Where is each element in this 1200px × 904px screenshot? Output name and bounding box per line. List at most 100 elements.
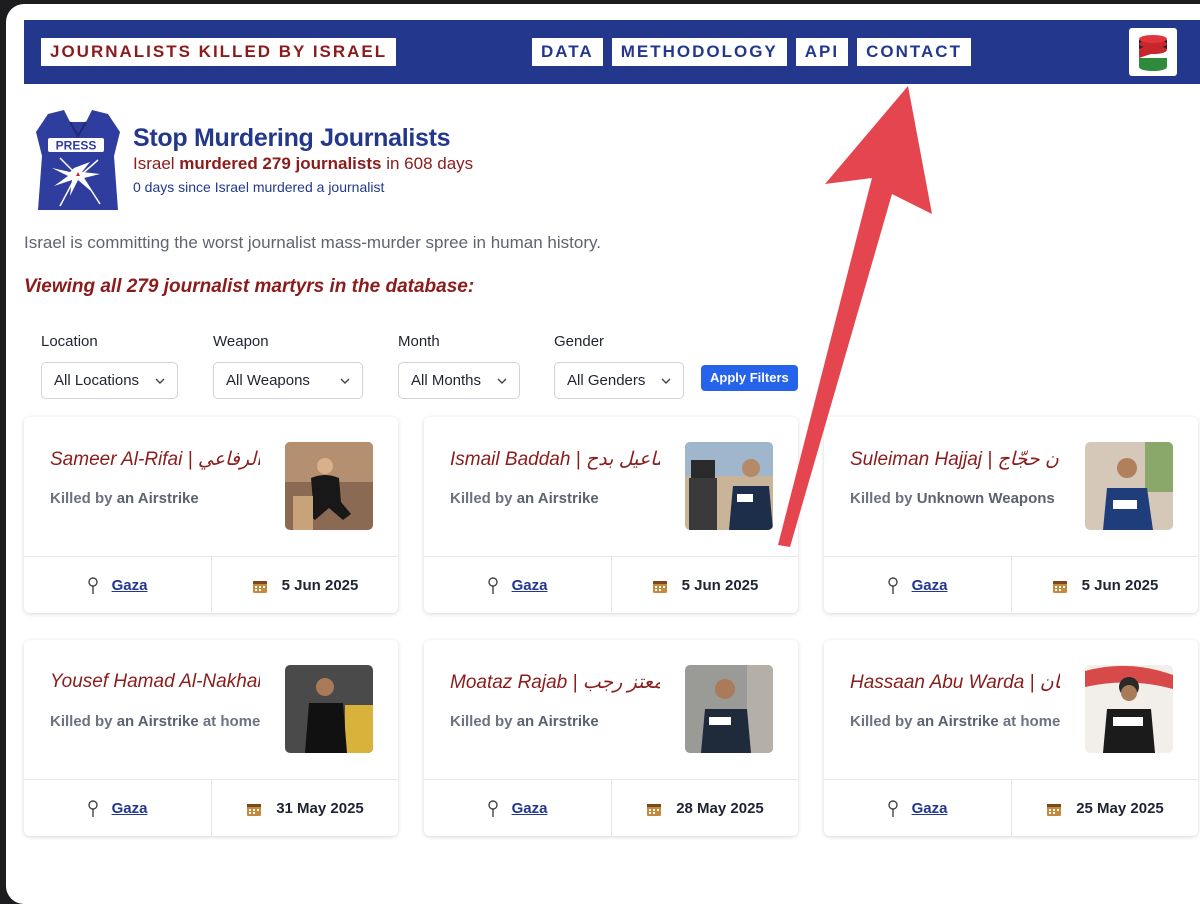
- map-pin-icon: [887, 576, 898, 594]
- journalist-photo: [285, 665, 373, 753]
- card-footer: Gaza 5 Jun 2025: [824, 556, 1198, 613]
- journalist-photo: [285, 442, 373, 530]
- weapon-filter: Weapon All Weapons: [213, 333, 363, 399]
- journalist-name[interactable]: Hassaan Abu Warda | حسان: [850, 671, 1060, 694]
- tagline: Israel is committing the worst journalis…: [24, 233, 601, 252]
- journalist-card[interactable]: Suleiman Hajjaj | سليمان حجّاج Killed by…: [824, 417, 1198, 613]
- calendar-icon: [652, 580, 667, 593]
- location-link[interactable]: Gaza: [912, 577, 948, 594]
- days-since-text: 0 days since Israel murdered a journalis…: [133, 179, 385, 195]
- nav-data[interactable]: DATA: [532, 38, 603, 66]
- viewing-heading: Viewing all 279 journalist martyrs in th…: [24, 276, 475, 297]
- apply-filters-button[interactable]: Apply Filters: [701, 365, 798, 391]
- journalist-name[interactable]: Sameer Al-Rifai | سمير الرفاعي: [50, 448, 260, 471]
- hero-count: Israel murdered 279 journalists in 608 d…: [133, 154, 474, 173]
- date-text: 31 May 2025: [276, 800, 364, 817]
- killed-by-text: Killed by an Airstrike: [50, 490, 199, 507]
- calendar-icon: [1047, 803, 1062, 816]
- weapon-select[interactable]: All Weapons: [213, 362, 363, 399]
- date-text: 25 May 2025: [1076, 800, 1164, 817]
- map-pin-icon: [87, 576, 98, 594]
- calendar-icon: [1052, 580, 1067, 593]
- hero-title: Stop Murdering Journalists: [133, 124, 451, 152]
- journalist-name[interactable]: Suleiman Hajjaj | سليمان حجّاج: [850, 448, 1060, 471]
- card-footer: Gaza 28 May 2025: [424, 779, 798, 836]
- page-content: JOURNALISTS KILLED BY ISRAEL DATA METHOD…: [24, 20, 1200, 904]
- journalist-photo: [685, 665, 773, 753]
- nav-contact[interactable]: CONTACT: [857, 38, 971, 66]
- location-cell: Gaza: [24, 557, 212, 613]
- journalist-card[interactable]: Yousef Hamad Al-Nakhala Killed by an Air…: [24, 640, 398, 836]
- gender-label: Gender: [554, 333, 605, 350]
- location-cell: Gaza: [24, 780, 212, 836]
- location-label: Location: [41, 333, 98, 350]
- date-text: 5 Jun 2025: [681, 577, 759, 594]
- journalist-name[interactable]: Ismail Baddah | إسماعيل بدح: [450, 448, 660, 471]
- gender-select[interactable]: All Genders: [554, 362, 684, 399]
- journalist-card[interactable]: Moataz Rajab | معتز رجب Killed by an Air…: [424, 640, 798, 836]
- killed-by-text: Killed by Unknown Weapons: [850, 490, 1055, 507]
- journalist-card[interactable]: Hassaan Abu Warda | حسان Killed by an Ai…: [824, 640, 1198, 836]
- month-filter: Month All Months: [398, 333, 520, 399]
- date-text: 28 May 2025: [676, 800, 764, 817]
- location-cell: Gaza: [424, 780, 612, 836]
- location-link[interactable]: Gaza: [112, 577, 148, 594]
- date-cell: 5 Jun 2025: [1012, 557, 1198, 613]
- weapon-label: Weapon: [213, 333, 269, 350]
- nav-menu: DATA METHODOLOGY API CONTACT: [532, 38, 971, 66]
- card-footer: Gaza 5 Jun 2025: [24, 556, 398, 613]
- chevron-down-icon: [155, 378, 165, 384]
- journalist-name[interactable]: Yousef Hamad Al-Nakhala: [50, 671, 260, 693]
- date-cell: 5 Jun 2025: [612, 557, 798, 613]
- site-logo-icon[interactable]: [1129, 28, 1177, 76]
- card-footer: Gaza 25 May 2025: [824, 779, 1198, 836]
- killed-by-text: Killed by an Airstrike at home: [850, 713, 1060, 730]
- location-link[interactable]: Gaza: [512, 800, 548, 817]
- chevron-down-icon: [497, 378, 507, 384]
- top-navbar: JOURNALISTS KILLED BY ISRAEL DATA METHOD…: [24, 20, 1200, 84]
- location-link[interactable]: Gaza: [112, 800, 148, 817]
- map-pin-icon: [487, 576, 498, 594]
- map-pin-icon: [887, 799, 898, 817]
- press-label: PRESS: [56, 139, 97, 153]
- browser-window: JOURNALISTS KILLED BY ISRAEL DATA METHOD…: [6, 4, 1200, 904]
- journalist-name[interactable]: Moataz Rajab | معتز رجب: [450, 671, 660, 694]
- location-link[interactable]: Gaza: [912, 800, 948, 817]
- site-brand-link[interactable]: JOURNALISTS KILLED BY ISRAEL: [41, 38, 397, 66]
- journalist-photo: [1085, 665, 1173, 753]
- card-footer: Gaza 31 May 2025: [24, 779, 398, 836]
- press-vest-icon: PRESS: [30, 106, 126, 216]
- month-label: Month: [398, 333, 440, 350]
- killed-by-text: Killed by an Airstrike: [450, 713, 599, 730]
- journalist-card[interactable]: Sameer Al-Rifai | سمير الرفاعي Killed by…: [24, 417, 398, 613]
- nav-api[interactable]: API: [795, 38, 849, 66]
- date-text: 5 Jun 2025: [1081, 577, 1159, 594]
- journalist-photo: [685, 442, 773, 530]
- chevron-down-icon: [661, 378, 671, 384]
- card-footer: Gaza 5 Jun 2025: [424, 556, 798, 613]
- chevron-down-icon: [340, 378, 350, 384]
- location-filter: Location All Locations: [41, 333, 178, 399]
- location-cell: Gaza: [824, 780, 1012, 836]
- date-cell: 5 Jun 2025: [212, 557, 398, 613]
- journalist-card[interactable]: Ismail Baddah | إسماعيل بدح Killed by an…: [424, 417, 798, 613]
- location-select[interactable]: All Locations: [41, 362, 178, 399]
- date-cell: 31 May 2025: [212, 780, 398, 836]
- killed-by-text: Killed by an Airstrike at home: [50, 713, 260, 730]
- nav-methodology[interactable]: METHODOLOGY: [611, 38, 787, 66]
- month-select[interactable]: All Months: [398, 362, 520, 399]
- journalist-photo: [1085, 442, 1173, 530]
- map-pin-icon: [487, 799, 498, 817]
- calendar-icon: [647, 803, 662, 816]
- location-cell: Gaza: [424, 557, 612, 613]
- date-cell: 28 May 2025: [612, 780, 798, 836]
- gender-filter: Gender All Genders: [554, 333, 684, 399]
- map-pin-icon: [87, 799, 98, 817]
- location-cell: Gaza: [824, 557, 1012, 613]
- date-cell: 25 May 2025: [1012, 780, 1198, 836]
- date-text: 5 Jun 2025: [281, 577, 359, 594]
- calendar-icon: [247, 803, 262, 816]
- calendar-icon: [252, 580, 267, 593]
- location-link[interactable]: Gaza: [512, 577, 548, 594]
- killed-by-text: Killed by an Airstrike: [450, 490, 599, 507]
